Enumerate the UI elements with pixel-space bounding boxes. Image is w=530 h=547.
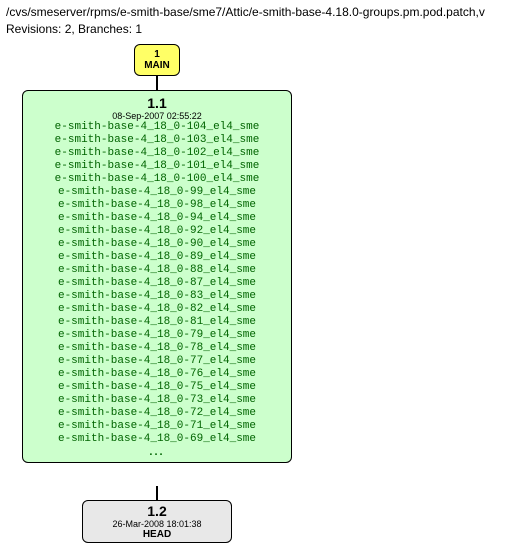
rev1-tag: e-smith-base-4_18_0-98_el4_sme <box>29 199 285 212</box>
rev1-tag: e-smith-base-4_18_0-100_el4_sme <box>29 173 285 186</box>
rev1-date: 08-Sep-2007 02:55:22 <box>29 111 285 121</box>
rev1-tag: e-smith-base-4_18_0-103_el4_sme <box>29 134 285 147</box>
rev1-tag: e-smith-base-4_18_0-83_el4_sme <box>29 290 285 303</box>
rev1-tag: e-smith-base-4_18_0-88_el4_sme <box>29 264 285 277</box>
rev1-tag: e-smith-base-4_18_0-77_el4_sme <box>29 355 285 368</box>
repo-path: /cvs/smeserver/rpms/e-smith-base/sme7/At… <box>6 4 524 21</box>
rev1-tag: e-smith-base-4_18_0-92_el4_sme <box>29 225 285 238</box>
rev1-tag: e-smith-base-4_18_0-82_el4_sme <box>29 303 285 316</box>
rev1-tag: e-smith-base-4_18_0-78_el4_sme <box>29 342 285 355</box>
node-rev2[interactable]: 1.2 26-Mar-2008 18:01:38 HEAD <box>82 500 232 543</box>
rev1-tag: e-smith-base-4_18_0-101_el4_sme <box>29 160 285 173</box>
rev1-tag: e-smith-base-4_18_0-94_el4_sme <box>29 212 285 225</box>
rev1-tag: e-smith-base-4_18_0-90_el4_sme <box>29 238 285 251</box>
rev1-ellipsis: ... <box>29 446 285 458</box>
rev2-number: 1.2 <box>89 503 225 519</box>
header: /cvs/smeserver/rpms/e-smith-base/sme7/At… <box>0 0 530 42</box>
rev1-tag: e-smith-base-4_18_0-76_el4_sme <box>29 368 285 381</box>
rev1-tag: e-smith-base-4_18_0-99_el4_sme <box>29 186 285 199</box>
rev2-tag: HEAD <box>89 529 225 540</box>
repo-stats: Revisions: 2, Branches: 1 <box>6 21 524 38</box>
rev1-tag: e-smith-base-4_18_0-102_el4_sme <box>29 147 285 160</box>
rev1-tag: e-smith-base-4_18_0-89_el4_sme <box>29 251 285 264</box>
node-main-label: MAIN <box>144 60 170 71</box>
rev1-tags: e-smith-base-4_18_0-104_el4_smee-smith-b… <box>29 121 285 446</box>
rev1-tag: e-smith-base-4_18_0-87_el4_sme <box>29 277 285 290</box>
rev1-tag: e-smith-base-4_18_0-69_el4_sme <box>29 433 285 446</box>
edge-main-rev1 <box>156 76 158 90</box>
node-main[interactable]: 1 MAIN <box>134 44 180 76</box>
edge-rev1-rev2 <box>156 486 158 500</box>
node-rev1[interactable]: 1.1 08-Sep-2007 02:55:22 e-smith-base-4_… <box>22 90 292 463</box>
rev1-tag: e-smith-base-4_18_0-79_el4_sme <box>29 329 285 342</box>
rev1-tag: e-smith-base-4_18_0-104_el4_sme <box>29 121 285 134</box>
rev2-date: 26-Mar-2008 18:01:38 <box>89 519 225 529</box>
rev1-tag: e-smith-base-4_18_0-75_el4_sme <box>29 381 285 394</box>
rev1-tag: e-smith-base-4_18_0-72_el4_sme <box>29 407 285 420</box>
node-main-num: 1 <box>144 49 170 60</box>
graph-canvas: 1 MAIN 1.1 08-Sep-2007 02:55:22 e-smith-… <box>0 42 530 547</box>
rev1-number: 1.1 <box>29 95 285 111</box>
rev1-tag: e-smith-base-4_18_0-81_el4_sme <box>29 316 285 329</box>
rev1-tag: e-smith-base-4_18_0-71_el4_sme <box>29 420 285 433</box>
rev1-tag: e-smith-base-4_18_0-73_el4_sme <box>29 394 285 407</box>
